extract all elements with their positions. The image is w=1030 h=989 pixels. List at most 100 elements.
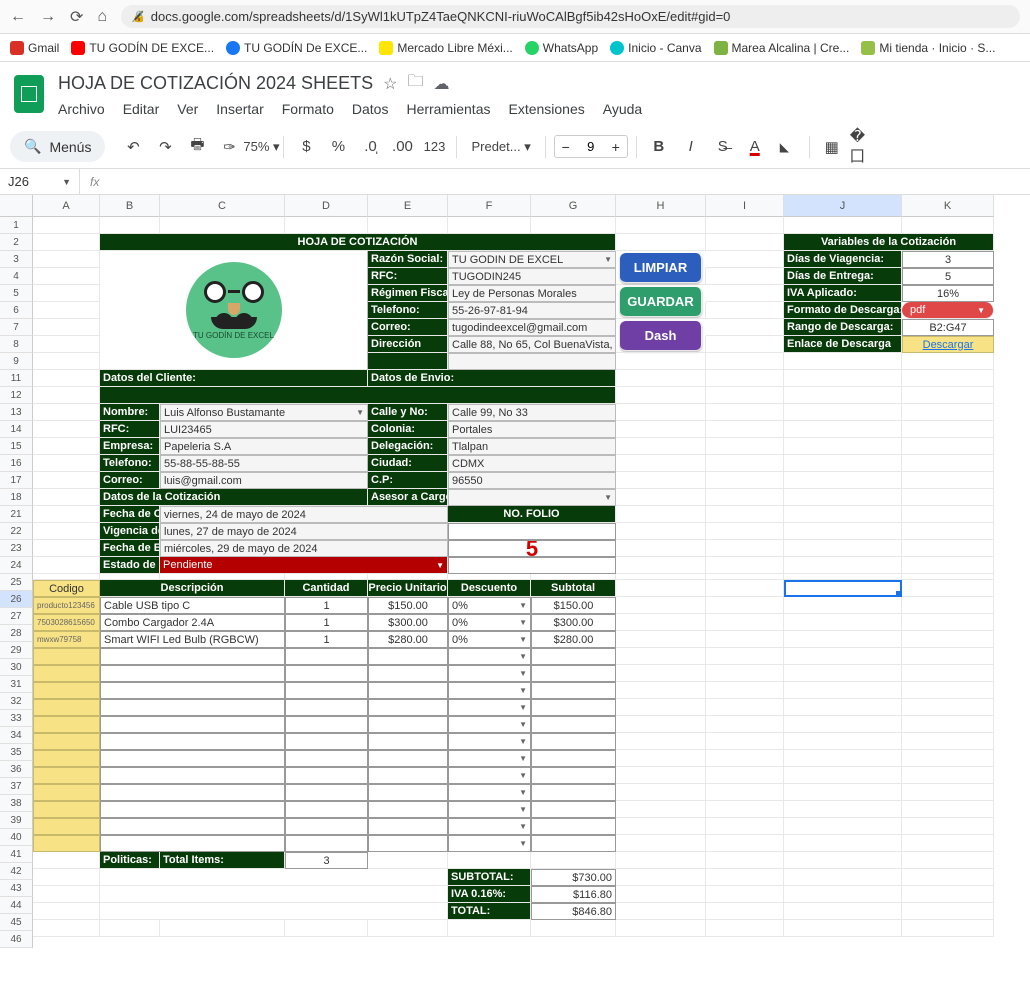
var-value[interactable]: B2:G47 [902,319,994,336]
menu-insertar[interactable]: Insertar [216,101,263,117]
row-header-25[interactable]: 25 [0,574,33,591]
row-header-16[interactable]: 16 [0,455,33,472]
client-field[interactable]: LUI23465 [160,421,368,438]
font-size-input[interactable] [577,136,605,157]
var-value[interactable]: 3 [902,251,994,268]
star-icon[interactable]: ☆ [383,74,397,94]
row-header-24[interactable]: 24 [0,557,33,574]
row-header-1[interactable]: 1 [0,217,33,234]
col-header-E[interactable]: E [368,195,448,217]
row-header-37[interactable]: 37 [0,778,33,795]
row-header-30[interactable]: 30 [0,659,33,676]
client-field[interactable]: Papeleria S.A [160,438,368,455]
menu-ver[interactable]: Ver [177,101,198,117]
bookmark-whatsapp[interactable]: WhatsApp [525,41,598,55]
row-header-38[interactable]: 38 [0,795,33,812]
company-value[interactable]: TU GODIN DE EXCEL▼ [448,251,616,268]
redo-icon[interactable]: ↷ [151,133,179,161]
row-header-3[interactable]: 3 [0,251,33,268]
row-header-6[interactable]: 6 [0,302,33,319]
name-box[interactable]: J26▼ [0,169,80,194]
row-header-4[interactable]: 4 [0,268,33,285]
reload-icon[interactable]: ⟳ [70,7,83,27]
row-header-17[interactable]: 17 [0,472,33,489]
font-size-decrease[interactable]: − [555,139,577,155]
col-header-A[interactable]: A [33,195,100,217]
col-header-F[interactable]: F [448,195,531,217]
strikethrough-icon[interactable]: S̶ [709,133,737,161]
row-header-12[interactable]: 12 [0,387,33,404]
row-header-22[interactable]: 22 [0,523,33,540]
envio-field[interactable]: CDMX [448,455,616,472]
row-header-15[interactable]: 15 [0,438,33,455]
item-descu[interactable]: 0%▼ [448,597,531,614]
bookmark-youtube[interactable]: TU GODÍN DE EXCE... [71,41,214,55]
menu-formato[interactable]: Formato [282,101,334,117]
undo-icon[interactable]: ↶ [119,133,147,161]
print-icon[interactable]: 🖶 [183,133,211,161]
row-header-35[interactable]: 35 [0,744,33,761]
row-header-26[interactable]: 26 [0,591,33,608]
col-header-B[interactable]: B [100,195,160,217]
cloud-status-icon[interactable]: ☁ [433,74,449,94]
bold-icon[interactable]: B [645,133,673,161]
url-bar[interactable]: 🔏 docs.google.com/spreadsheets/d/1SyWl1k… [121,5,1020,28]
var-value[interactable]: Descargar [902,336,994,353]
envio-field[interactable]: Calle 99, No 33 [448,404,616,421]
menu-extensiones[interactable]: Extensiones [508,101,584,117]
paint-format-icon[interactable]: ✑ [215,133,243,161]
row-header-8[interactable]: 8 [0,336,33,353]
row-header-45[interactable]: 45 [0,914,33,931]
client-field[interactable]: 55-88-55-88-55 [160,455,368,472]
sheets-logo-icon[interactable] [14,75,44,113]
col-header-H[interactable]: H [616,195,706,217]
forward-icon[interactable]: → [40,8,56,26]
currency-icon[interactable]: $ [292,133,320,161]
text-color-icon[interactable]: A [741,133,769,161]
home-icon[interactable]: ⌂ [97,8,107,26]
col-header-J[interactable]: J [784,195,902,217]
bookmark-canva[interactable]: Inicio - Canva [610,41,701,55]
row-header-44[interactable]: 44 [0,897,33,914]
bookmark-shopify[interactable]: Mi tienda · Inicio · S... [861,41,995,55]
search-menus[interactable]: 🔍 Menús [10,131,105,162]
font-dropdown[interactable]: Predet... ▾ [465,133,536,161]
row-header-9[interactable]: 9 [0,353,33,370]
col-header-D[interactable]: D [285,195,368,217]
more-formats[interactable]: 123 [420,133,448,161]
bookmark-gmail[interactable]: Gmail [10,41,59,55]
selected-cell-J26[interactable] [784,580,902,597]
asesor-field[interactable]: ▼ [448,489,616,506]
menu-datos[interactable]: Datos [352,101,389,117]
move-icon[interactable]: 🗀 [407,70,423,97]
estado-dropdown[interactable]: Pendiente▼ [160,557,448,574]
col-header-G[interactable]: G [531,195,616,217]
row-header-28[interactable]: 28 [0,625,33,642]
row-header-5[interactable]: 5 [0,285,33,302]
row-header-43[interactable]: 43 [0,880,33,897]
spreadsheet-grid[interactable]: 1234567891112131415161718212223242526272… [0,195,1030,948]
row-header-41[interactable]: 41 [0,846,33,863]
client-field[interactable]: Luis Alfonso Bustamante▼ [160,404,368,421]
row-header-14[interactable]: 14 [0,421,33,438]
row-header-2[interactable]: 2 [0,234,33,251]
var-value[interactable]: pdf▼ [902,302,994,319]
row-header-18[interactable]: 18 [0,489,33,506]
font-size-increase[interactable]: + [605,139,627,155]
item-descu[interactable]: 0%▼ [448,614,531,631]
var-value[interactable]: 5 [902,268,994,285]
merge-cells-icon[interactable]: �囗 [850,133,878,161]
row-header-7[interactable]: 7 [0,319,33,336]
col-header-I[interactable]: I [706,195,784,217]
col-header-C[interactable]: C [160,195,285,217]
menu-ayuda[interactable]: Ayuda [603,101,642,117]
row-header-29[interactable]: 29 [0,642,33,659]
fill-color-icon[interactable] [773,133,801,161]
envio-field[interactable]: Tlalpan [448,438,616,455]
envio-field[interactable]: Portales [448,421,616,438]
client-field[interactable]: luis@gmail.com [160,472,368,489]
row-header-13[interactable]: 13 [0,404,33,421]
col-header-K[interactable]: K [902,195,994,217]
row-header-23[interactable]: 23 [0,540,33,557]
limpiar-button[interactable]: LIMPIAR [620,253,702,283]
